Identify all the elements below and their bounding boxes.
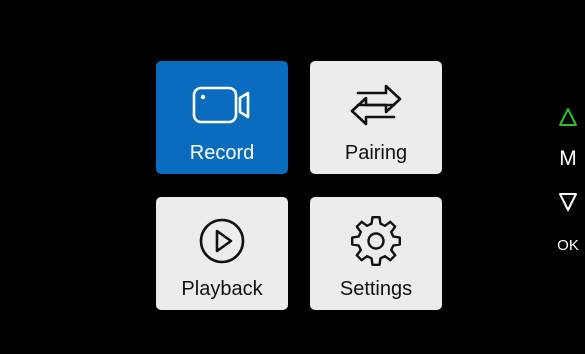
device-screen: Record Pairing Playback Settings M OK xyxy=(0,0,585,354)
settings-label: Settings xyxy=(339,278,413,300)
down-key[interactable] xyxy=(548,190,585,214)
up-key[interactable] xyxy=(548,105,585,129)
mode-key[interactable]: M xyxy=(548,146,585,172)
record-label: Record xyxy=(189,142,255,164)
playback-label: Playback xyxy=(181,278,263,300)
settings-tile[interactable]: Settings xyxy=(310,197,442,310)
swap-arrows-icon xyxy=(310,79,442,131)
video-camera-icon xyxy=(156,79,288,131)
ok-key[interactable]: OK xyxy=(548,236,585,256)
play-circle-icon xyxy=(156,215,288,267)
gear-icon xyxy=(310,215,442,267)
triangle-down-icon xyxy=(559,193,577,211)
pairing-label: Pairing xyxy=(344,142,408,164)
pairing-tile[interactable]: Pairing xyxy=(310,61,442,174)
playback-tile[interactable]: Playback xyxy=(156,197,288,310)
record-tile[interactable]: Record xyxy=(156,61,288,174)
triangle-up-icon xyxy=(559,108,577,126)
